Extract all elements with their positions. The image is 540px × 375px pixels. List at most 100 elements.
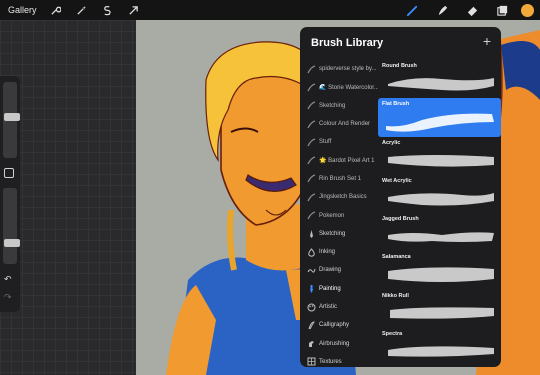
brush-size-thumb[interactable] bbox=[4, 112, 20, 121]
brush-set-label: Sketching bbox=[319, 230, 346, 237]
brush-library-panel: Brush Library + spiderverse style by... 🌊… bbox=[300, 27, 501, 367]
brush-item[interactable]: Round Brush bbox=[378, 60, 501, 98]
brush-size-slider[interactable] bbox=[3, 82, 20, 158]
brush-set-item[interactable]: Stuff bbox=[304, 133, 378, 151]
brush-stroke-icon bbox=[304, 101, 319, 110]
brush-set-item[interactable]: Textures bbox=[304, 353, 378, 367]
texture-grid-icon bbox=[304, 357, 319, 366]
brush-stroke-icon bbox=[304, 138, 319, 147]
brush-stroke-icon bbox=[304, 174, 319, 183]
brush-item[interactable]: Nikko Rull bbox=[378, 290, 501, 328]
brush-stroke-preview bbox=[388, 267, 494, 283]
brush-stroke-icon bbox=[304, 211, 319, 220]
transform-button[interactable] bbox=[125, 0, 143, 20]
brush-set-item[interactable]: Sketching bbox=[304, 97, 378, 115]
brush-stroke-preview bbox=[388, 232, 494, 243]
brush-set-label: 🌊 Storie Watercolor... bbox=[319, 84, 378, 91]
brush-stroke-icon bbox=[304, 156, 319, 165]
brush-stroke-preview bbox=[390, 307, 494, 319]
brush-icon bbox=[406, 5, 417, 16]
brush-stroke-preview bbox=[388, 78, 494, 91]
brush-name: Nikko Rull bbox=[382, 292, 409, 299]
brush-set-item[interactable]: Painting bbox=[304, 280, 378, 298]
modify-button[interactable] bbox=[4, 168, 14, 178]
brush-set-item[interactable]: Artistic bbox=[304, 298, 378, 316]
top-toolbar: Gallery bbox=[0, 0, 540, 20]
brush-item[interactable]: Jagged Brush bbox=[378, 213, 501, 251]
transform-arrow-icon bbox=[129, 5, 138, 15]
brush-stroke-icon bbox=[304, 119, 319, 129]
brush-name: Wet Acrylic bbox=[382, 177, 412, 184]
selection-icon bbox=[104, 5, 111, 15]
brush-name: Jagged Brush bbox=[382, 216, 419, 223]
brush-set-label: Stuff bbox=[319, 139, 332, 146]
brush-set-label: Artistic bbox=[319, 304, 337, 310]
brush-set-item[interactable]: 🌟 Bardot Pixel Art 1 bbox=[304, 151, 378, 169]
gallery-button[interactable]: Gallery bbox=[8, 5, 37, 15]
opacity-thumb[interactable] bbox=[4, 239, 20, 247]
brush-set-item[interactable]: spiderverse style by... bbox=[304, 60, 378, 78]
brush-tool-button[interactable] bbox=[397, 0, 427, 20]
calligraphy-icon bbox=[304, 321, 319, 330]
layers-button[interactable] bbox=[487, 0, 517, 20]
brush-set-item[interactable]: Calligraphy bbox=[304, 316, 378, 334]
smudge-tool-button[interactable] bbox=[427, 0, 457, 20]
brush-item[interactable]: Flat Brush bbox=[378, 98, 501, 137]
brush-set-label: spiderverse style by... bbox=[319, 66, 377, 73]
brush-set-item[interactable]: Airbrushing bbox=[304, 334, 378, 352]
selection-button[interactable] bbox=[99, 0, 117, 20]
brush-set-label: Colour And Render bbox=[319, 121, 371, 128]
brush-stroke-preview bbox=[388, 192, 494, 206]
actions-button[interactable] bbox=[47, 0, 65, 20]
brush-set-item[interactable]: Drawing bbox=[304, 261, 378, 279]
brush-set-item[interactable]: Colour And Render bbox=[304, 115, 378, 133]
drawing-stroke-icon bbox=[304, 266, 319, 275]
adjustments-button[interactable] bbox=[73, 0, 91, 20]
brush-set-label: Airbrushing bbox=[319, 340, 350, 347]
brush-set-item[interactable]: Pokemon bbox=[304, 206, 378, 224]
palette-icon bbox=[304, 303, 319, 312]
layers-icon bbox=[496, 5, 507, 16]
brush-set-label: Calligraphy bbox=[319, 322, 350, 329]
color-picker-button[interactable] bbox=[521, 3, 534, 17]
ink-drop-icon bbox=[304, 247, 319, 257]
brush-library-title: Brush Library bbox=[311, 37, 384, 49]
brush-set-list: spiderverse style by... 🌊 Storie Watercol… bbox=[304, 60, 378, 367]
pencil-icon bbox=[304, 229, 319, 239]
add-brush-set-button[interactable]: + bbox=[483, 33, 491, 49]
brush-set-label: Rin Brush Set 1 bbox=[319, 175, 362, 182]
brush-name: Acrylic bbox=[382, 139, 401, 146]
brush-set-item[interactable]: 🌊 Storie Watercolor... bbox=[304, 78, 378, 96]
eraser-tool-button[interactable] bbox=[457, 0, 487, 20]
wrench-icon bbox=[51, 6, 62, 15]
magic-wand-icon bbox=[77, 5, 87, 15]
brush-set-label: Inking bbox=[319, 249, 336, 256]
eraser-icon bbox=[467, 6, 477, 16]
brush-list: Round Brush Flat Brush Acrylic Wet Acrylic J… bbox=[378, 60, 501, 367]
brush-set-label: Jingsketch Basics bbox=[319, 194, 367, 201]
brush-stroke-icon bbox=[304, 83, 319, 92]
undo-button[interactable]: ↶ bbox=[4, 274, 12, 285]
brush-item[interactable]: Wet Acrylic bbox=[378, 175, 501, 213]
brush-name: Spectra bbox=[382, 331, 403, 338]
brush-set-item[interactable]: Sketching bbox=[304, 225, 378, 243]
brush-stroke-preview bbox=[388, 154, 494, 167]
paint-brush-icon bbox=[304, 284, 319, 293]
brush-item[interactable]: Salamanca bbox=[378, 251, 501, 289]
brush-item[interactable]: Acrylic bbox=[378, 137, 501, 175]
brush-set-label: Sketching bbox=[319, 102, 346, 109]
brush-set-item[interactable]: Inking bbox=[304, 243, 378, 261]
brush-stroke-preview bbox=[388, 346, 494, 357]
brush-set-item[interactable]: Rin Brush Set 1 bbox=[304, 170, 378, 188]
brush-name: Flat Brush bbox=[382, 101, 410, 108]
redo-button[interactable]: ↷ bbox=[4, 292, 12, 303]
brush-set-item[interactable]: Jingsketch Basics bbox=[304, 188, 378, 206]
brush-set-label: Drawing bbox=[319, 267, 342, 274]
brush-set-label: Textures bbox=[319, 358, 342, 365]
brush-item[interactable]: Spectra bbox=[378, 328, 501, 366]
brush-set-label: Painting bbox=[319, 285, 341, 292]
smudge-icon bbox=[438, 5, 447, 15]
brush-stroke-preview bbox=[386, 113, 494, 132]
brush-name: Salamanca bbox=[382, 254, 411, 261]
opacity-slider[interactable] bbox=[3, 188, 20, 264]
